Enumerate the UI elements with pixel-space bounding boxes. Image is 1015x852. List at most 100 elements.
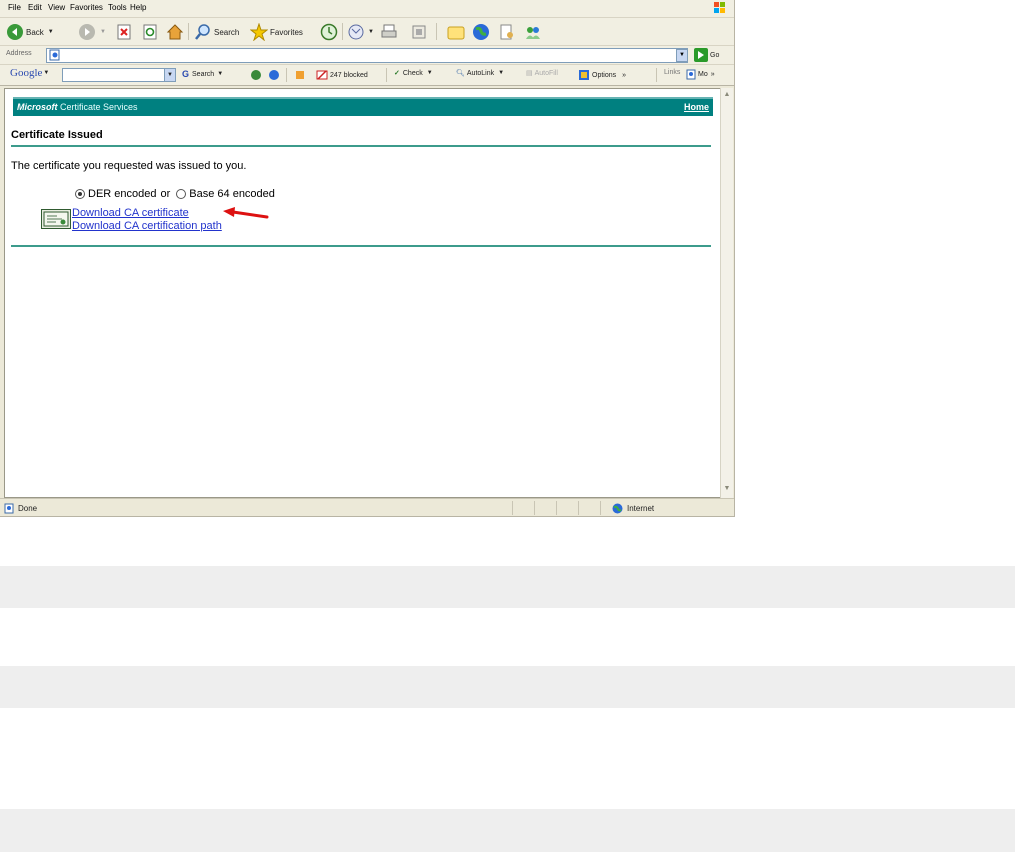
status-done: Done [4, 503, 37, 514]
der-radio[interactable] [75, 189, 85, 199]
home-button[interactable] [166, 22, 184, 42]
favorites-button[interactable]: Favorites [250, 22, 303, 42]
menu-bar: File Edit View Favorites Tools Help [0, 0, 734, 18]
refresh-icon [143, 24, 157, 40]
scroll-up-arrow[interactable]: ▲ [722, 90, 732, 100]
menu-help[interactable]: Help [130, 3, 146, 12]
pagerank-icon [251, 70, 261, 80]
links-label: Links [664, 69, 681, 76]
autolink-button[interactable]: 🔍︎ AutoLink ▼ [456, 69, 504, 78]
print-button[interactable] [380, 22, 398, 42]
google-menu[interactable]: Google ▼ [10, 67, 49, 79]
address-label: Address [6, 50, 32, 57]
mail-button[interactable]: ▼ [348, 22, 374, 42]
globe-button[interactable] [472, 22, 490, 42]
history-icon [320, 23, 338, 41]
menu-file[interactable]: File [8, 3, 21, 12]
google-pagerank-button[interactable] [250, 69, 262, 81]
base64-label: Base 64 encoded [189, 188, 275, 200]
vertical-scrollbar[interactable]: ▲ ▼ [720, 88, 733, 498]
up-icon [269, 70, 279, 80]
search-button[interactable]: Search [194, 22, 239, 42]
print-icon [381, 24, 397, 38]
google-brand: Google [10, 67, 43, 79]
google-highlight-button[interactable] [294, 69, 306, 81]
favorites-label: Favorites [270, 27, 303, 37]
menu-view[interactable]: View [48, 3, 65, 12]
folder-button[interactable] [446, 22, 466, 42]
google-options-button[interactable]: Options » [578, 69, 626, 81]
more-links-button[interactable]: Mo » [686, 69, 715, 80]
search-label: Search [214, 27, 240, 37]
edit-button[interactable] [410, 22, 428, 42]
der-label: DER encoded [88, 188, 157, 200]
stop-button[interactable] [116, 22, 132, 42]
messenger-button[interactable] [524, 22, 542, 42]
history-button[interactable] [320, 22, 338, 42]
menu-edit[interactable]: Edit [28, 3, 42, 12]
google-up-button[interactable] [268, 69, 280, 81]
address-bar: Address ▼ Go [0, 46, 734, 65]
back-label: Back [26, 27, 44, 37]
autofill-label: AutoFill [534, 69, 558, 77]
options-label: Options [592, 71, 617, 79]
home-icon [166, 24, 184, 40]
popup-blocker-button[interactable]: 247 blocked [316, 69, 368, 81]
back-button[interactable]: Back ▼ [6, 22, 54, 42]
highlight-icon [296, 71, 304, 79]
google-search-input[interactable] [62, 68, 168, 82]
standard-toolbar: Back ▼ ▼ Search Favorites ▼ [0, 18, 734, 46]
scroll-down-arrow[interactable]: ▼ [722, 484, 732, 494]
autofill-icon: ▤ [526, 70, 533, 77]
links-button[interactable]: Links [664, 69, 680, 76]
google-search-button[interactable]: G Search ▼ [182, 69, 223, 79]
folder-icon [447, 26, 465, 40]
home-link[interactable]: Home [684, 102, 709, 112]
gray-band [0, 809, 1015, 852]
page-icon [49, 49, 60, 61]
menu-tools[interactable]: Tools [108, 3, 127, 12]
autolink-label: AutoLink [466, 69, 495, 77]
link-page-icon [686, 69, 696, 80]
blocked-count: 247 blocked [330, 71, 368, 79]
research-button[interactable] [498, 22, 516, 42]
popup-blocker-icon [316, 70, 328, 80]
spell-check-button[interactable]: ✓ Check ▼ [394, 69, 433, 78]
gray-band [0, 566, 1015, 608]
address-input[interactable] [46, 48, 688, 63]
banner-title: Microsoft Certificate Services [17, 102, 138, 112]
browser-window: File Edit View Favorites Tools Help Back… [0, 0, 735, 517]
research-icon [500, 24, 513, 40]
forward-button[interactable]: ▼ [78, 22, 106, 42]
refresh-button[interactable] [142, 22, 158, 42]
zone-label: Internet [627, 504, 655, 513]
globe-icon [473, 24, 489, 40]
autolink-icon: 🔍︎ [456, 70, 465, 77]
go-icon [694, 48, 708, 62]
search-icon [195, 24, 210, 40]
base64-radio[interactable] [176, 189, 187, 199]
more-links-label: Mo [698, 71, 708, 78]
banner-service: Certificate Services [60, 102, 138, 112]
status-text: Done [18, 504, 38, 513]
go-button[interactable]: Go [694, 48, 719, 62]
gray-band [0, 666, 1015, 708]
google-toolbar: Google ▼ ▼ G Search ▼ 247 blocked ✓ Chec… [0, 65, 734, 86]
google-search-label: Search [192, 70, 215, 78]
address-dropdown[interactable]: ▼ [676, 49, 688, 62]
encoding-options: DER encoded or Base 64 encoded [75, 188, 275, 200]
mail-icon [348, 24, 364, 40]
options-icon [579, 70, 589, 80]
download-ca-certificate-link[interactable]: Download CA certificate [72, 207, 189, 219]
google-search-dropdown[interactable]: ▼ [164, 68, 176, 82]
autofill-button[interactable]: ▤ AutoFill [526, 69, 558, 78]
check-label: Check [402, 69, 423, 77]
internet-zone-icon [612, 503, 623, 514]
page-viewport: Microsoft Certificate Services Home Cert… [4, 88, 721, 498]
page-title: Certificate Issued [11, 129, 103, 141]
check-icon: ✓ [394, 70, 400, 77]
download-ca-certification-path-link[interactable]: Download CA certification path [72, 220, 222, 232]
menu-favorites[interactable]: Favorites [70, 3, 103, 12]
red-arrow-icon [223, 207, 269, 219]
chevron-right-icon: » [710, 71, 715, 78]
